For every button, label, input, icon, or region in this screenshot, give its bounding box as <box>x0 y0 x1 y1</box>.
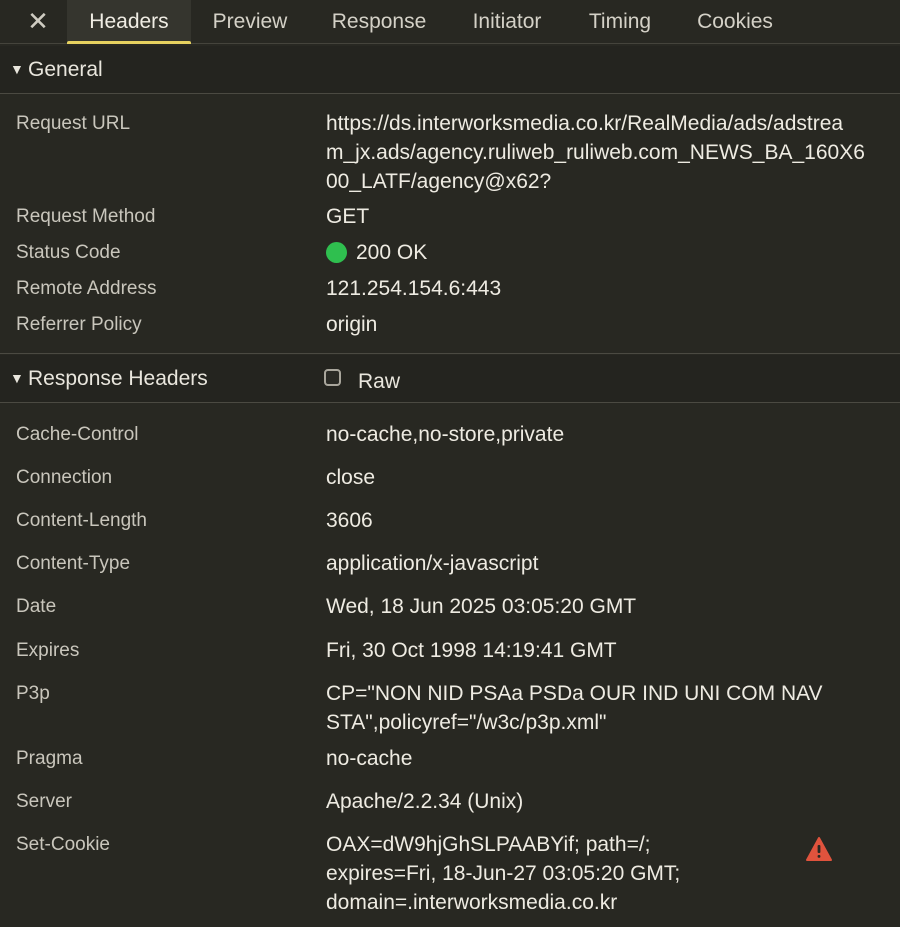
general-section-header[interactable]: ▼ General <box>0 46 900 94</box>
header-value: CP="NON NID PSAa PSDa OUR IND UNI COM NA… <box>326 682 823 705</box>
status-ok-icon <box>326 242 347 263</box>
response-headers-section-header[interactable]: ▼ Response Headers Raw <box>0 355 900 403</box>
header-value: Fri, 30 Oct 1998 14:19:41 GMT <box>326 639 617 662</box>
tab-preview[interactable]: Preview <box>195 0 305 44</box>
tab-cookies[interactable]: Cookies <box>680 0 790 44</box>
header-value: Apache/2.2.34 (Unix) <box>326 790 524 813</box>
status-code-value: 200 OK <box>356 241 428 264</box>
remote-address-value: 121.254.154.6:443 <box>326 277 502 300</box>
collapse-triangle-icon: ▼ <box>10 61 24 77</box>
header-key: Expires <box>16 640 80 661</box>
header-value: 3606 <box>326 509 373 532</box>
header-key: Pragma <box>16 748 83 769</box>
header-key: Referrer Policy <box>16 314 142 335</box>
header-value: application/x-javascript <box>326 552 539 575</box>
close-icon[interactable]: ✕ <box>22 6 54 36</box>
header-value: no-cache,no-store,private <box>326 423 565 446</box>
collapse-triangle-icon: ▼ <box>10 370 24 386</box>
section-divider <box>0 353 900 354</box>
header-value: Wed, 18 Jun 2025 03:05:20 GMT <box>326 595 637 618</box>
header-value: OAX=dW9hjGhSLPAABYif; path=/; <box>326 833 651 856</box>
header-key: Set-Cookie <box>16 834 110 855</box>
request-url-value: m_jx.ads/agency.ruliweb_ruliweb.com_NEWS… <box>326 141 865 164</box>
tab-timing[interactable]: Timing <box>570 0 670 44</box>
raw-checkbox[interactable] <box>324 369 341 386</box>
header-key: Content-Length <box>16 510 147 531</box>
header-key: Request Method <box>16 206 156 227</box>
header-key: Cache-Control <box>16 424 139 445</box>
response-headers-section-title: Response Headers <box>28 367 208 390</box>
header-value: no-cache <box>326 747 413 770</box>
header-value: domain=.interworksmedia.co.kr <box>326 891 618 914</box>
raw-label[interactable]: Raw <box>358 370 400 394</box>
header-key: Connection <box>16 467 113 488</box>
warning-triangle-icon[interactable] <box>805 836 833 862</box>
header-value: STA",policyref="/w3c/p3p.xml" <box>326 711 607 734</box>
tab-response[interactable]: Response <box>314 0 444 44</box>
header-key: Server <box>16 791 72 812</box>
tab-headers[interactable]: Headers <box>67 0 191 44</box>
header-key: P3p <box>16 683 50 704</box>
tab-initiator[interactable]: Initiator <box>453 0 561 44</box>
header-key: Remote Address <box>16 278 157 299</box>
header-value: close <box>326 466 376 489</box>
tab-bar: ✕ Headers Preview Response Initiator Tim… <box>0 0 900 44</box>
general-section-title: General <box>28 58 103 81</box>
header-value: expires=Fri, 18-Jun-27 03:05:20 GMT; <box>326 862 681 885</box>
header-key: Request URL <box>16 113 131 134</box>
referrer-policy-value: origin <box>326 313 378 336</box>
request-url-value: https://ds.interworksmedia.co.kr/RealMed… <box>326 112 844 135</box>
header-key: Content-Type <box>16 553 131 574</box>
header-key: Status Code <box>16 242 121 263</box>
request-method-value: GET <box>326 205 370 228</box>
request-url-value: 00_LATF/agency@x62? <box>326 170 552 193</box>
header-key: Date <box>16 596 57 617</box>
